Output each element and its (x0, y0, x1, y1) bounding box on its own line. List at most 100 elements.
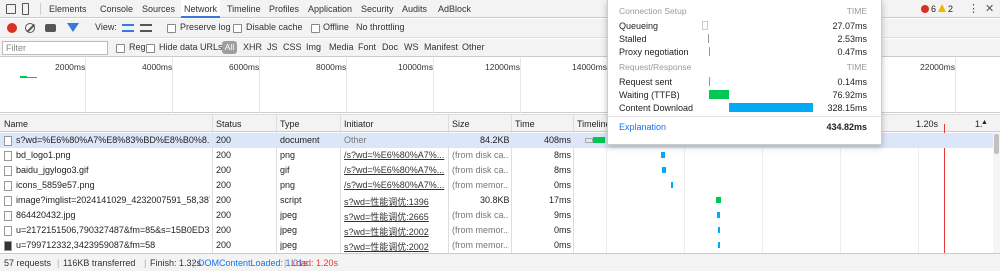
device-toolbar-icon[interactable] (22, 3, 29, 15)
filter-placeholder: Filter (6, 43, 26, 53)
tab-security[interactable]: Security (361, 0, 394, 18)
request-size: (from disk ca... (452, 150, 509, 160)
type-filter-img[interactable]: Img (306, 42, 321, 52)
column-header-timeline[interactable]: Timeline (577, 119, 611, 129)
table-row[interactable]: u=799712332,3423959087&fm=58 200 jpeg s?… (0, 238, 993, 253)
type-filter-all[interactable]: All (222, 41, 237, 54)
table-row[interactable]: bd_logo1.png 200 png /s?wd=%E6%80%A7%...… (0, 148, 993, 163)
column-header-status[interactable]: Status (216, 119, 242, 129)
request-initiator[interactable]: s?wd=性能调优:1396 (344, 195, 446, 208)
type-filter-font[interactable]: Font (358, 42, 376, 52)
request-initiator[interactable]: /s?wd=%E6%80%A7%... (344, 180, 446, 190)
load-time: Load: 1.20s (291, 258, 339, 268)
ttfb-bar (709, 90, 729, 99)
type-filter-xhr[interactable]: XHR (243, 42, 262, 52)
request-name: 864420432.jpg (16, 210, 76, 220)
type-filter-js[interactable]: JS (267, 42, 278, 52)
waterfall-bar (718, 242, 720, 248)
overview-request-bar (20, 76, 27, 78)
tab-label: Sources (142, 4, 176, 14)
tab-audits[interactable]: Audits (402, 0, 427, 18)
request-time: 9ms (554, 210, 572, 220)
request-status: 200 (216, 210, 232, 220)
more-options-icon[interactable]: ⋮ (968, 2, 979, 15)
request-response-heading: Request/Response (619, 62, 692, 72)
tab-label: Profiles (269, 4, 300, 14)
camera-icon[interactable] (45, 24, 56, 32)
error-icon[interactable] (921, 5, 929, 13)
regex-checkbox[interactable] (116, 44, 125, 53)
column-header-time[interactable]: Time (515, 119, 535, 129)
status-separator: | (144, 258, 147, 268)
type-filter-doc[interactable]: Doc (382, 42, 398, 52)
type-filter-css[interactable]: CSS (283, 42, 302, 52)
tab-network[interactable]: Network (181, 0, 221, 18)
type-filter-media[interactable]: Media (329, 42, 354, 52)
tab-timeline[interactable]: Timeline (227, 0, 261, 18)
inspect-icon[interactable] (6, 4, 16, 14)
scrollbar-thumb[interactable] (994, 134, 999, 154)
overview-tick-label: 14000ms (572, 62, 607, 72)
error-count: 6 (931, 4, 937, 14)
request-initiator[interactable]: /s?wd=%E6%80%A7%... (344, 165, 446, 175)
tab-adblock[interactable]: AdBlock (438, 0, 471, 18)
script-file-icon (4, 196, 12, 206)
warning-icon[interactable] (938, 4, 946, 12)
image-file-icon (4, 181, 12, 191)
table-row[interactable]: u=2172151506,790327487&fm=85&s=15B0ED33.… (0, 223, 993, 238)
column-header-size[interactable]: Size (452, 119, 470, 129)
request-type: jpeg (280, 225, 298, 235)
request-initiator[interactable]: s?wd=性能调优:2665 (344, 210, 446, 223)
request-initiator[interactable]: s?wd=性能调优:2002 (344, 225, 446, 238)
waterfall-bar (662, 167, 666, 173)
table-row[interactable]: 864420432.jpg 200 jpeg s?wd=性能调优:2665 (f… (0, 208, 993, 223)
overview-icon[interactable] (140, 24, 152, 32)
request-name: image?imglist=2024141029_4232007591_58,3… (16, 195, 210, 205)
request-type: jpeg (280, 240, 298, 250)
tab-application[interactable]: Application (308, 0, 352, 18)
offline-checkbox[interactable] (311, 24, 320, 33)
overview-request-bar (27, 77, 37, 78)
tab-console[interactable]: Console (100, 0, 133, 18)
large-rows-icon[interactable] (122, 24, 134, 32)
throttling-select[interactable]: No throttling (356, 22, 405, 32)
stalled-label: Stalled (619, 34, 647, 44)
sort-arrow-icon[interactable]: ▲ (981, 119, 988, 126)
tab-elements[interactable]: Elements (49, 0, 87, 18)
request-status: 200 (216, 150, 232, 160)
type-filter-other[interactable]: Other (462, 42, 485, 52)
type-filter-manifest[interactable]: Manifest (424, 42, 458, 52)
image-file-icon (4, 166, 12, 176)
type-filter-label: All (224, 42, 235, 52)
tab-profiles[interactable]: Profiles (269, 0, 299, 18)
column-header-type[interactable]: Type (280, 119, 300, 129)
hide-data-urls-checkbox[interactable] (146, 44, 155, 53)
vertical-scrollbar[interactable] (993, 132, 1000, 253)
request-name: s?wd=%E6%80%A7%E8%83%BD%E8%B0%8... (16, 135, 210, 145)
explanation-link[interactable]: Explanation (619, 122, 666, 132)
tab-sources[interactable]: Sources (142, 0, 175, 18)
filter-icon[interactable] (67, 23, 79, 32)
disable-cache-checkbox[interactable] (233, 24, 242, 33)
queueing-value: 27.07ms (832, 21, 867, 31)
request-name: baidu_jgylogo3.gif (16, 165, 89, 175)
request-initiator[interactable]: s?wd=性能调优:2002 (344, 240, 446, 253)
type-filter-ws[interactable]: WS (404, 42, 419, 52)
offline-label: Offline (323, 22, 349, 32)
waterfall-bar (717, 212, 720, 218)
table-row[interactable]: image?imglist=2024141029_4232007591_58,3… (0, 193, 993, 208)
request-size: (from memor... (452, 240, 509, 250)
record-icon[interactable] (7, 23, 17, 33)
close-icon[interactable]: ✕ (985, 2, 994, 15)
column-header-name[interactable]: Name (4, 119, 28, 129)
preserve-log-checkbox[interactable] (167, 24, 176, 33)
request-count: 57 requests (4, 258, 52, 268)
table-row[interactable]: baidu_jgylogo3.gif 200 gif /s?wd=%E6%80%… (0, 163, 993, 178)
overview-tick-label: 22000ms (920, 62, 955, 72)
overview-tick-label: 4000ms (142, 62, 173, 72)
request-initiator[interactable]: /s?wd=%E6%80%A7%... (344, 150, 446, 160)
table-row[interactable]: icons_5859e57.png 200 png /s?wd=%E6%80%A… (0, 178, 993, 193)
filter-input[interactable]: Filter (2, 41, 108, 55)
column-header-initiator[interactable]: Initiator (344, 119, 374, 129)
request-status: 200 (216, 135, 232, 145)
